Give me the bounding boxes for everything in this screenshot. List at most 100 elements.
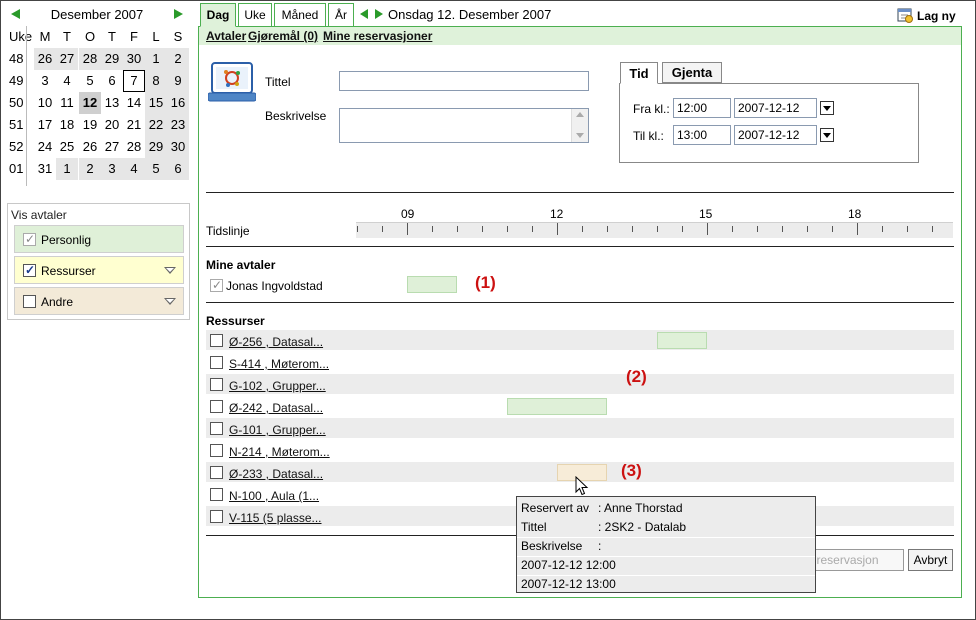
week-number[interactable]: 48 <box>8 48 32 70</box>
week-number[interactable]: 52 <box>8 136 32 158</box>
week-number[interactable]: 50 <box>8 92 32 114</box>
prev-day-icon[interactable] <box>360 9 368 19</box>
description-textarea[interactable] <box>339 108 589 143</box>
calendar-day[interactable]: 28 <box>79 48 101 70</box>
calendar-day[interactable]: 1 <box>145 48 167 70</box>
from-date-dropdown-icon[interactable] <box>820 101 834 115</box>
week-number[interactable]: 49 <box>8 70 32 92</box>
week-number[interactable]: 51 <box>8 114 32 136</box>
resource-link[interactable]: S-414 , Møterom... <box>229 357 329 371</box>
calendar-day[interactable]: 16 <box>167 92 189 114</box>
calendar-day[interactable]: 8 <box>145 70 167 92</box>
calendar-day[interactable]: 7 <box>123 70 145 92</box>
tab-uke[interactable]: Uke <box>238 3 272 27</box>
calendar-day[interactable]: 29 <box>145 136 167 158</box>
resource-checkbox[interactable] <box>210 378 223 391</box>
calendar-day[interactable]: 22 <box>145 114 167 136</box>
link-avtaler[interactable]: Avtaler <box>206 29 246 43</box>
new-button[interactable]: Lag ny <box>917 9 956 23</box>
andre-checkbox[interactable] <box>23 295 36 308</box>
calendar-day[interactable]: 11 <box>56 92 78 114</box>
resource-link[interactable]: N-100 , Aula (1... <box>229 489 319 503</box>
scroll-down-icon[interactable] <box>576 133 584 138</box>
title-input[interactable] <box>339 71 589 91</box>
calendar-day[interactable]: 9 <box>167 70 189 92</box>
calendar-day[interactable]: 26 <box>34 48 56 70</box>
calendar-day[interactable]: 27 <box>56 48 78 70</box>
calendar-day[interactable]: 5 <box>79 70 101 92</box>
calendar-day[interactable]: 6 <box>101 70 123 92</box>
calendar-day[interactable]: 15 <box>145 92 167 114</box>
resource-link[interactable]: G-101 , Grupper... <box>229 423 326 437</box>
resource-checkbox[interactable] <box>210 356 223 369</box>
calendar-day[interactable]: 4 <box>56 70 78 92</box>
calendar-day[interactable]: 13 <box>101 92 123 114</box>
calendar-day[interactable]: 2 <box>79 158 101 180</box>
to-time-input[interactable]: 13:00 <box>673 125 731 145</box>
next-month-icon[interactable] <box>174 9 183 19</box>
resource-checkbox[interactable] <box>210 334 223 347</box>
calendar-day[interactable]: 28 <box>123 136 145 158</box>
link-gjoremal[interactable]: Gjøremål (0) <box>248 29 318 43</box>
calendar-day[interactable]: 19 <box>79 114 101 136</box>
person-checkbox[interactable] <box>210 278 223 292</box>
resource-checkbox[interactable] <box>210 510 223 523</box>
calendar-day[interactable]: 26 <box>79 136 101 158</box>
calendar-day[interactable]: 29 <box>101 48 123 70</box>
calendar-day[interactable]: 4 <box>123 158 145 180</box>
to-date-input[interactable]: 2007-12-12 <box>734 125 817 145</box>
resource-link[interactable]: Ø-242 , Datasal... <box>229 401 323 415</box>
resource-booking-bar[interactable] <box>507 398 607 415</box>
calendar-day[interactable]: 3 <box>34 70 56 92</box>
resource-checkbox[interactable] <box>210 400 223 413</box>
calendar-day[interactable]: 6 <box>167 158 189 180</box>
resource-link[interactable]: N-214 , Møterom... <box>229 445 330 459</box>
next-day-icon[interactable] <box>375 9 383 19</box>
calendar-day[interactable]: 31 <box>34 158 56 180</box>
personal-appointment-bar[interactable] <box>407 276 457 293</box>
tab-gjenta[interactable]: Gjenta <box>662 62 722 83</box>
calendar-day[interactable]: 21 <box>123 114 145 136</box>
calendar-day[interactable]: 12 <box>79 92 101 114</box>
tab-tid[interactable]: Tid <box>620 62 658 84</box>
tab-maned[interactable]: Måned <box>274 3 326 27</box>
calendar-day[interactable]: 5 <box>145 158 167 180</box>
calendar-day[interactable]: 14 <box>123 92 145 114</box>
personlig-checkbox[interactable] <box>23 232 36 246</box>
calendar-day[interactable]: 1 <box>56 158 78 180</box>
week-number[interactable]: 01 <box>8 158 32 180</box>
from-date-input[interactable]: 2007-12-12 <box>734 98 817 118</box>
resource-checkbox[interactable] <box>210 488 223 501</box>
calendar-day[interactable]: 18 <box>56 114 78 136</box>
resource-link[interactable]: G-102 , Grupper... <box>229 379 326 393</box>
filter-personlig[interactable]: Personlig <box>14 225 184 253</box>
ressurser-checkbox[interactable] <box>23 263 36 277</box>
calendar-day[interactable]: 23 <box>167 114 189 136</box>
chevron-down-icon[interactable] <box>164 298 176 305</box>
calendar-add-icon[interactable] <box>897 7 913 23</box>
resource-booking-bar[interactable] <box>657 332 707 349</box>
description-scrollbar[interactable] <box>571 109 588 142</box>
tab-dag[interactable]: Dag <box>200 3 236 27</box>
tab-ar[interactable]: År <box>328 3 354 27</box>
calendar-day[interactable]: 24 <box>34 136 56 158</box>
calendar-day[interactable]: 25 <box>56 136 78 158</box>
chevron-down-icon[interactable] <box>164 267 176 274</box>
calendar-day[interactable]: 10 <box>34 92 56 114</box>
resource-checkbox[interactable] <box>210 444 223 457</box>
cancel-button[interactable]: Avbryt <box>908 549 953 571</box>
resource-link[interactable]: Ø-233 , Datasal... <box>229 467 323 481</box>
filter-andre[interactable]: Andre <box>14 287 184 315</box>
calendar-day[interactable]: 30 <box>123 48 145 70</box>
calendar-day[interactable]: 2 <box>167 48 189 70</box>
from-time-input[interactable]: 12:00 <box>673 98 731 118</box>
calendar-day[interactable]: 17 <box>34 114 56 136</box>
resource-checkbox[interactable] <box>210 422 223 435</box>
calendar-day[interactable]: 20 <box>101 114 123 136</box>
resource-link[interactable]: V-115 (5 plasse... <box>229 511 322 525</box>
resource-link[interactable]: Ø-256 , Datasal... <box>229 335 323 349</box>
resource-checkbox[interactable] <box>210 466 223 479</box>
scroll-up-icon[interactable] <box>576 112 584 117</box>
link-mine-reservasjoner[interactable]: Mine reservasjoner <box>323 29 432 43</box>
filter-ressurser[interactable]: Ressurser <box>14 256 184 284</box>
